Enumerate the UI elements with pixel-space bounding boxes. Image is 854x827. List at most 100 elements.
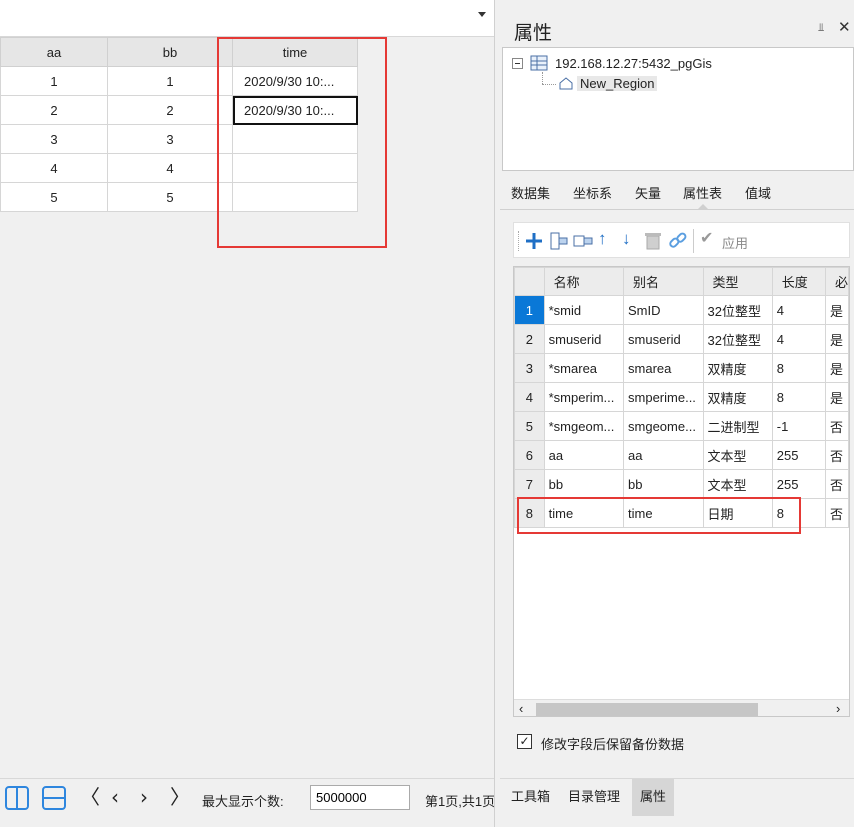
field-type-cell[interactable]: 32位整型 bbox=[702, 324, 773, 354]
column-header-aa[interactable]: aa bbox=[0, 37, 108, 67]
column-header-required[interactable]: 必 bbox=[824, 267, 849, 296]
field-name-cell[interactable]: aa bbox=[543, 440, 625, 470]
field-name-cell[interactable]: *smperim... bbox=[543, 382, 625, 412]
field-alias-cell[interactable]: bb bbox=[623, 469, 704, 499]
table-cell[interactable]: 3 bbox=[0, 124, 108, 154]
row-index[interactable]: 3 bbox=[514, 353, 545, 383]
link-icon[interactable] bbox=[668, 231, 688, 251]
column-header-bb[interactable]: bb bbox=[107, 37, 233, 67]
tab-catalog-manager[interactable]: 目录管理 bbox=[560, 779, 628, 816]
split-vertical-icon[interactable] bbox=[5, 786, 29, 810]
scroll-right-icon[interactable]: › bbox=[836, 701, 840, 716]
field-required-cell[interactable]: 否 bbox=[824, 498, 849, 528]
table-row[interactable]: 5 *smgeom... smgeome... 二进制型 -1 否 bbox=[514, 411, 849, 441]
next-page-icon[interactable]: › bbox=[140, 787, 148, 807]
move-up-icon[interactable]: ↑ bbox=[598, 230, 607, 248]
row-index[interactable]: 1 bbox=[514, 295, 545, 325]
row-index[interactable]: 7 bbox=[514, 469, 545, 499]
field-required-cell[interactable]: 是 bbox=[824, 295, 849, 325]
field-type-cell[interactable]: 文本型 bbox=[702, 440, 773, 470]
table-cell[interactable] bbox=[232, 153, 358, 183]
move-down-icon[interactable]: ↓ bbox=[622, 230, 631, 248]
tab-properties[interactable]: 属性 bbox=[632, 779, 675, 816]
field-length-cell[interactable]: 4 bbox=[771, 324, 826, 354]
scrollbar-thumb[interactable] bbox=[536, 703, 758, 716]
field-length-cell[interactable]: 255 bbox=[771, 469, 826, 499]
field-name-cell[interactable]: *smid bbox=[543, 295, 625, 325]
column-header-time[interactable]: time bbox=[232, 37, 358, 67]
table-cell[interactable]: 1 bbox=[0, 66, 108, 96]
tree-root-label[interactable]: 192.168.12.27:5432_pgGis bbox=[555, 56, 712, 71]
tab-toolbox[interactable]: 工具箱 bbox=[503, 779, 558, 816]
field-required-cell[interactable]: 否 bbox=[824, 469, 849, 499]
delete-icon[interactable] bbox=[644, 231, 662, 251]
field-alias-cell[interactable]: time bbox=[623, 498, 704, 528]
table-cell[interactable] bbox=[232, 124, 358, 154]
table-cell[interactable]: 4 bbox=[0, 153, 108, 183]
max-display-input[interactable] bbox=[310, 785, 410, 810]
row-index[interactable]: 6 bbox=[514, 440, 545, 470]
table-cell[interactable]: 3 bbox=[107, 124, 233, 154]
field-name-cell[interactable]: *smarea bbox=[543, 353, 625, 383]
pin-icon[interactable]: ⫫ bbox=[818, 22, 824, 35]
field-alias-cell[interactable]: aa bbox=[623, 440, 704, 470]
field-type-cell[interactable]: 双精度 bbox=[702, 382, 773, 412]
row-index[interactable]: 2 bbox=[514, 324, 545, 354]
field-required-cell[interactable]: 是 bbox=[824, 353, 849, 383]
field-length-cell[interactable]: 8 bbox=[771, 353, 826, 383]
split-horizontal-icon[interactable] bbox=[42, 786, 66, 810]
tree-child-label[interactable]: New_Region bbox=[577, 76, 658, 91]
column-header-alias[interactable]: 别名 bbox=[623, 267, 704, 296]
table-cell[interactable]: 5 bbox=[0, 182, 108, 212]
backup-checkbox-label[interactable]: 修改字段后保留备份数据 bbox=[541, 734, 684, 753]
last-page-icon[interactable]: 〉 bbox=[170, 787, 190, 807]
field-name-cell[interactable]: time bbox=[543, 498, 625, 528]
field-name-cell[interactable]: smuserid bbox=[543, 324, 625, 354]
table-cell[interactable] bbox=[232, 182, 358, 212]
table-cell[interactable]: 5 bbox=[107, 182, 233, 212]
field-alias-cell[interactable]: smperime... bbox=[623, 382, 704, 412]
field-alias-cell[interactable]: smarea bbox=[623, 353, 704, 383]
field-length-cell[interactable]: 8 bbox=[771, 382, 826, 412]
field-type-cell[interactable]: 文本型 bbox=[702, 469, 773, 499]
field-alias-cell[interactable]: smgeome... bbox=[623, 411, 704, 441]
tab-coordinate-system[interactable]: 坐标系 bbox=[573, 183, 612, 202]
tab-domain[interactable]: 值域 bbox=[745, 183, 771, 202]
field-alias-cell[interactable]: SmID bbox=[623, 295, 704, 325]
horizontal-scrollbar[interactable]: ‹ › bbox=[514, 699, 849, 716]
field-length-cell[interactable]: -1 bbox=[771, 411, 826, 441]
first-page-icon[interactable]: 〈 bbox=[80, 787, 100, 807]
row-index[interactable]: 5 bbox=[514, 411, 545, 441]
chevron-down-icon[interactable] bbox=[478, 12, 486, 17]
column-header-name[interactable]: 名称 bbox=[543, 267, 625, 296]
field-type-cell[interactable]: 双精度 bbox=[702, 353, 773, 383]
table-row[interactable]: 3 *smarea smarea 双精度 8 是 bbox=[514, 353, 849, 383]
collapse-icon[interactable] bbox=[512, 58, 524, 70]
table-cell[interactable]: 4 bbox=[107, 153, 233, 183]
modify-field-icon[interactable] bbox=[572, 231, 594, 251]
column-header-length[interactable]: 长度 bbox=[771, 267, 826, 296]
field-name-cell[interactable]: bb bbox=[543, 469, 625, 499]
field-type-cell[interactable]: 32位整型 bbox=[702, 295, 773, 325]
table-row[interactable]: 1 *smid SmID 32位整型 4 是 bbox=[514, 295, 849, 325]
field-required-cell[interactable]: 否 bbox=[824, 440, 849, 470]
table-cell[interactable]: 2020/9/30 10:... bbox=[232, 66, 358, 96]
field-required-cell[interactable]: 否 bbox=[824, 411, 849, 441]
selected-table-cell[interactable]: 2020/9/30 10:... bbox=[232, 95, 358, 125]
previous-page-icon[interactable]: ‹ bbox=[111, 787, 119, 807]
field-alias-cell[interactable]: smuserid bbox=[623, 324, 704, 354]
tab-dataset[interactable]: 数据集 bbox=[511, 183, 550, 202]
table-row[interactable]: 2 smuserid smuserid 32位整型 4 是 bbox=[514, 324, 849, 354]
close-icon[interactable]: ✕ bbox=[838, 18, 851, 36]
column-header-type[interactable]: 类型 bbox=[702, 267, 773, 296]
add-icon[interactable] bbox=[524, 231, 544, 251]
row-index[interactable]: 4 bbox=[514, 382, 545, 412]
table-row[interactable]: 6 aa aa 文本型 255 否 bbox=[514, 440, 849, 470]
insert-field-icon[interactable] bbox=[549, 231, 569, 251]
field-length-cell[interactable]: 4 bbox=[771, 295, 826, 325]
table-cell[interactable]: 1 bbox=[107, 66, 233, 96]
backup-checkbox[interactable]: ✓ bbox=[517, 734, 532, 749]
field-required-cell[interactable]: 是 bbox=[824, 382, 849, 412]
row-index[interactable]: 8 bbox=[514, 498, 545, 528]
tab-attribute-table[interactable]: 属性表 bbox=[683, 183, 722, 202]
